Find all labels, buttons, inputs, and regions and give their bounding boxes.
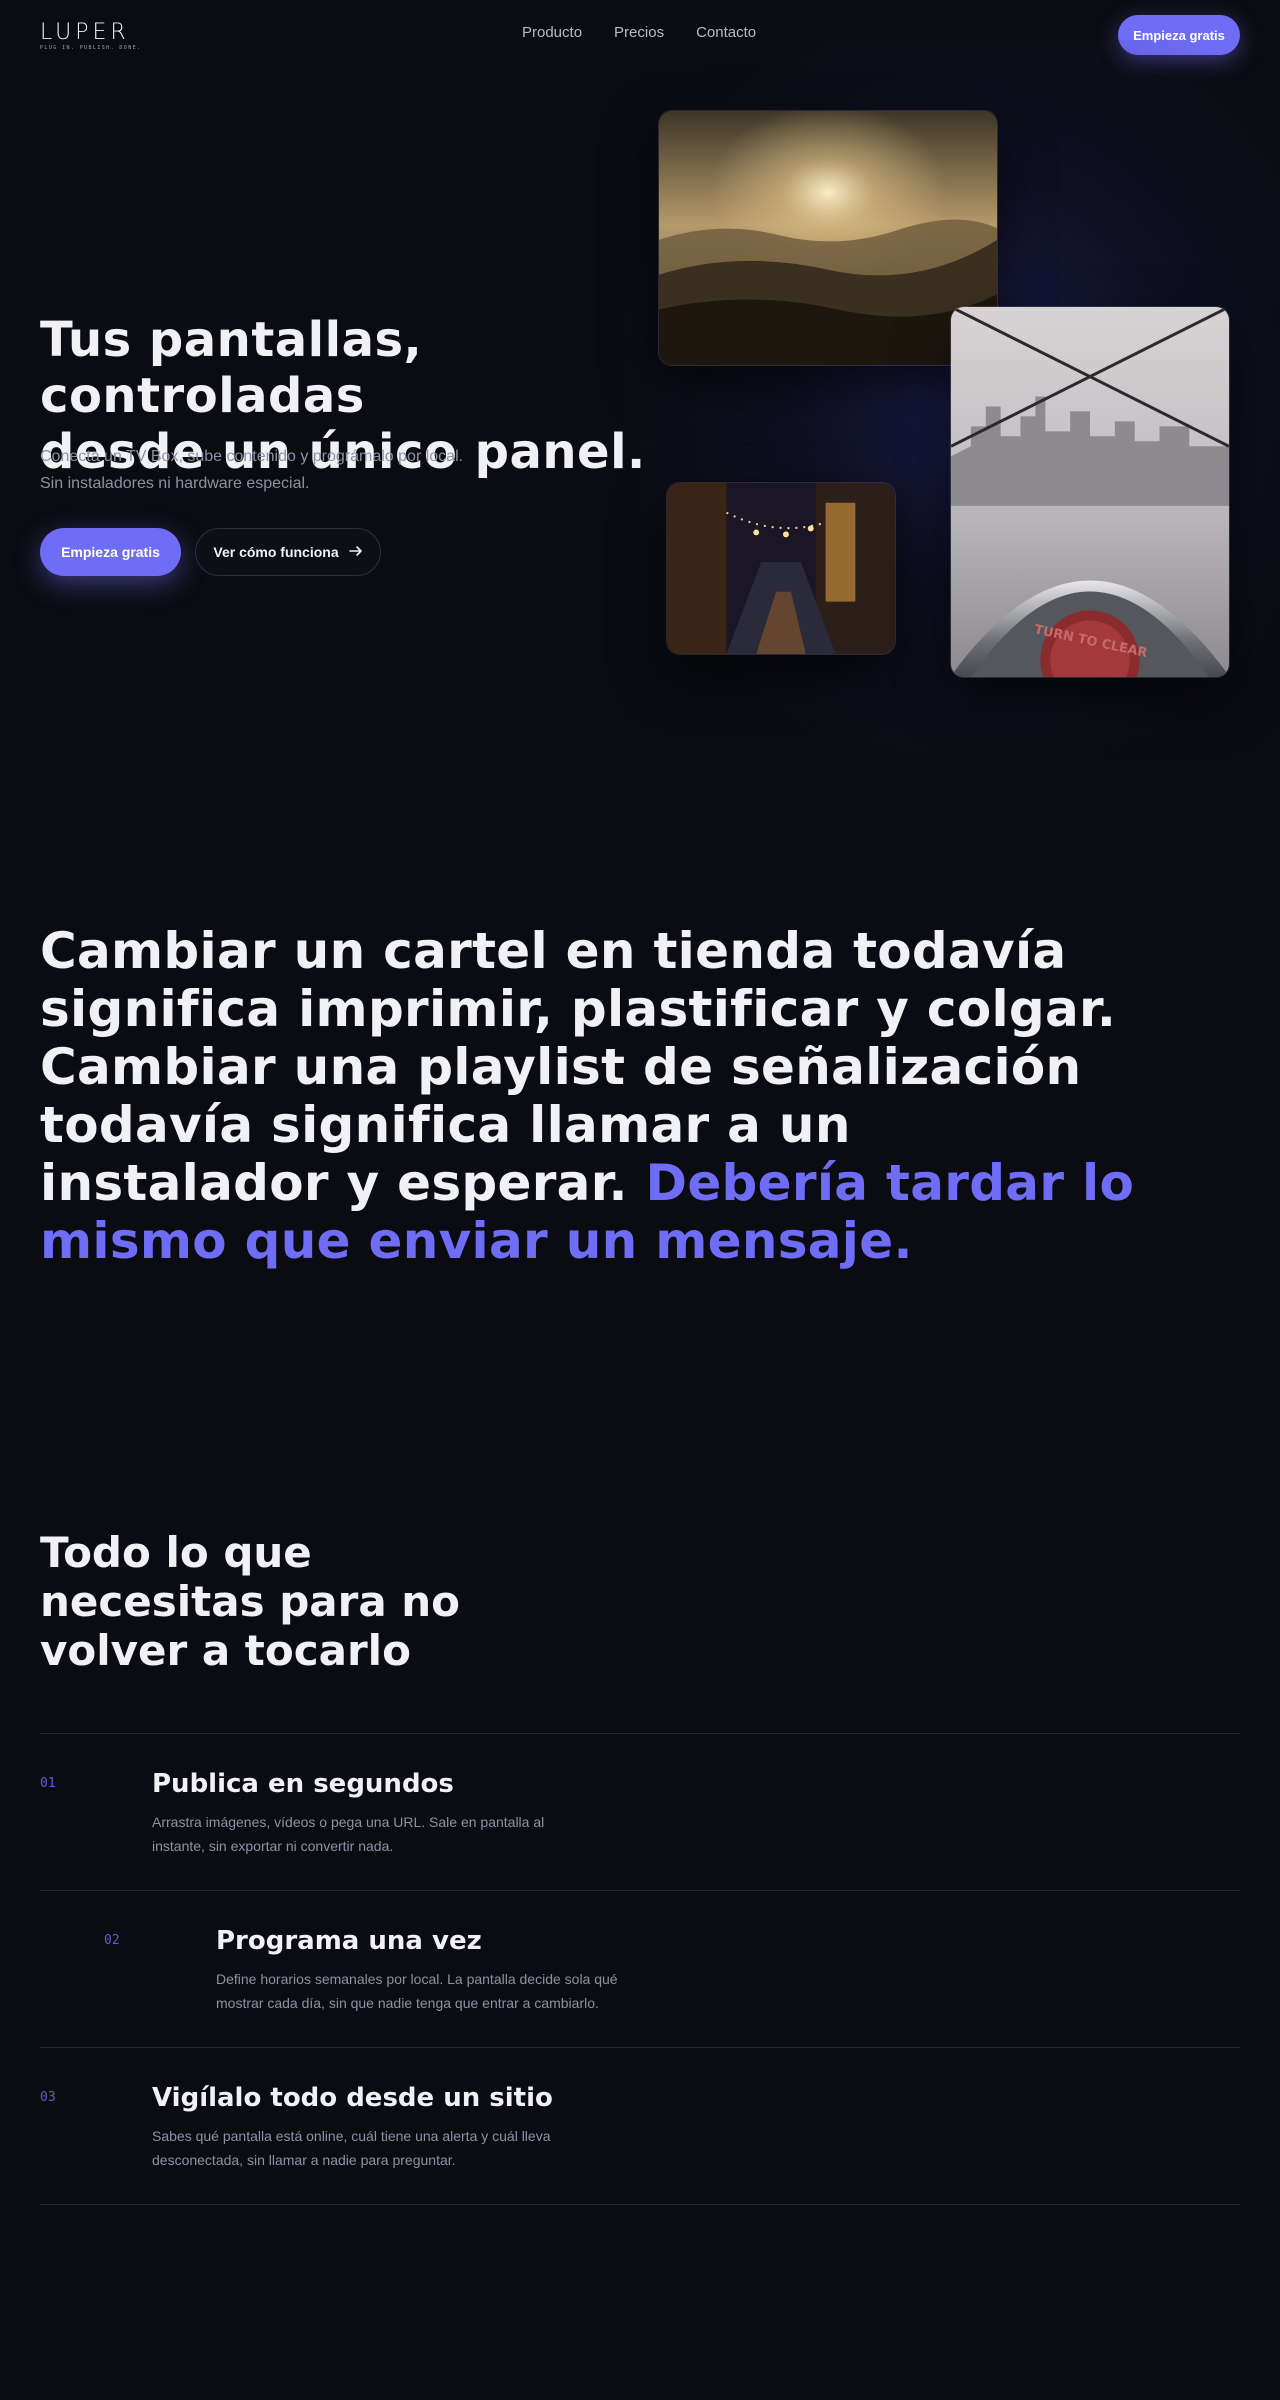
logo-tagline: PLUG IN. PUBLISH. DONE. [40, 45, 142, 51]
feature-title: Publica en segundos [152, 1769, 454, 1799]
feature-description: Arrastra imágenes, vídeos o pega una URL… [152, 1814, 545, 1854]
feature-divider [40, 2047, 1240, 2048]
nav-link-precios[interactable]: Precios [614, 24, 664, 41]
hero-secondary-button[interactable]: Ver cómo funciona [195, 528, 381, 576]
logo-wordmark: LUPER [40, 20, 130, 45]
hero-subtitle-line1: Conecta un TV Box, sube contenido y prog… [40, 448, 464, 465]
hero-subtitle-line2: Sin instaladores ni hardware especial. [40, 475, 310, 492]
feature-number: 02 [104, 1933, 120, 1948]
feature-number: 03 [40, 2090, 56, 2105]
nav-link-producto[interactable]: Producto [522, 24, 582, 41]
feature-number: 01 [40, 1776, 56, 1791]
hero-primary-button[interactable]: Empieza gratis [40, 528, 181, 576]
nav-links: Producto Precios Contacto [522, 24, 756, 41]
nav-link-contacto[interactable]: Contacto [696, 24, 756, 41]
hero-secondary-label: Ver cómo funciona [213, 544, 339, 560]
feature-divider [40, 1733, 1240, 1734]
hero-subtitle: Conecta un TV Box, sube contenido y prog… [40, 443, 560, 497]
hero-title-line1: Tus pantallas, controladas [40, 312, 423, 424]
feature-title: Vigílalo todo desde un sitio [152, 2083, 553, 2113]
feature-description: Define horarios semanales por local. La … [216, 1971, 618, 2011]
hero-image-street [666, 482, 896, 655]
logo[interactable]: LUPER PLUG IN. PUBLISH. DONE. [40, 20, 142, 52]
features-title: Todo lo que necesitas para no volver a t… [40, 1528, 461, 1675]
arrow-right-icon [348, 544, 363, 561]
feature-divider [40, 2204, 1240, 2205]
hero-image-city: TURN TO CLEAR [950, 306, 1230, 678]
feature-title: Programa una vez [216, 1926, 482, 1956]
feature-description: Sabes qué pantalla está online, cuál tie… [152, 2128, 551, 2168]
feature-divider [40, 1890, 1240, 1891]
problem-statement: Cambiar un cartel en tienda todavía sign… [40, 922, 1140, 1270]
